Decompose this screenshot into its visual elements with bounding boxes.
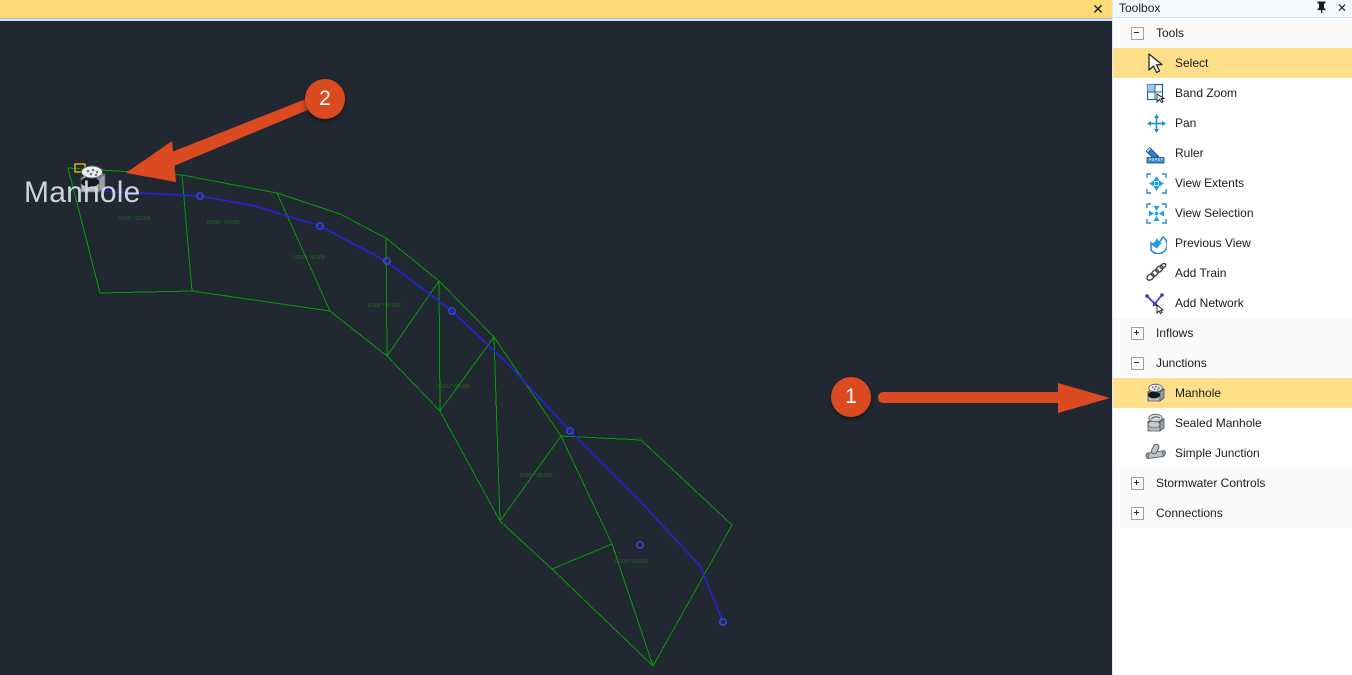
tool-item-view-selection[interactable]: View Selection	[1113, 198, 1352, 228]
ruler-icon	[1143, 141, 1169, 165]
svg-text:0.000 * 00.000: 0.000 * 00.000	[118, 216, 151, 222]
document-tab-bar: ✕	[0, 0, 1112, 19]
pan-icon	[1143, 111, 1169, 135]
tool-item-select[interactable]: Select	[1113, 48, 1352, 78]
tool-label: Previous View	[1175, 236, 1251, 250]
tool-label: View Selection	[1175, 206, 1254, 220]
tool-label: Add Network	[1175, 296, 1244, 310]
close-icon[interactable]: ✕	[1090, 1, 1106, 17]
expand-plus-icon[interactable]	[1131, 506, 1144, 520]
tool-label: Select	[1175, 56, 1209, 70]
tool-label: Add Train	[1175, 266, 1227, 280]
tool-item-previous-view[interactable]: Previous View	[1113, 228, 1352, 258]
manhole-icon	[1143, 381, 1169, 405]
tool-item-simple-junction[interactable]: Simple Junction	[1113, 438, 1352, 468]
svg-text:0.000 * 00.000: 0.000 * 00.000	[368, 303, 401, 309]
tool-label: View Extents	[1175, 176, 1245, 190]
collapse-minus-icon[interactable]	[1131, 26, 1144, 40]
close-icon[interactable]: ✕	[1335, 1, 1349, 16]
panel-title: Toolbox	[1119, 1, 1161, 15]
tool-item-ruler[interactable]: Ruler	[1113, 138, 1352, 168]
tool-item-add-train[interactable]: Add Train	[1113, 258, 1352, 288]
group-label: Junctions	[1156, 356, 1207, 370]
pin-icon[interactable]	[1316, 1, 1330, 16]
simple-junction-icon	[1143, 441, 1169, 465]
tool-item-view-extents[interactable]: View Extents	[1113, 168, 1352, 198]
sealed-manhole-icon	[1143, 411, 1169, 435]
band-zoom-icon	[1143, 81, 1169, 105]
tool-item-sealed-manhole[interactable]: Sealed Manhole	[1113, 408, 1352, 438]
toolbox-header: Toolbox ✕	[1113, 0, 1352, 18]
annotation-badge-1: 1	[831, 377, 871, 417]
group-label: Tools	[1156, 26, 1185, 40]
cursor-arrow-icon	[1143, 51, 1169, 75]
toolbox-group-tools[interactable]: Tools	[1113, 18, 1352, 48]
toolbox-group-stormwater-controls[interactable]: Stormwater Controls	[1113, 468, 1352, 498]
tool-item-pan[interactable]: Pan	[1113, 108, 1352, 138]
drawing-canvas[interactable]: ✕ 0.000 * 00.000 0.000 * 00.000 0.000 * …	[0, 0, 1112, 675]
tool-label: Pan	[1175, 116, 1197, 130]
toolbox-group-connections[interactable]: Connections	[1113, 498, 1352, 528]
group-label: Stormwater Controls	[1156, 476, 1266, 490]
tool-label: Sealed Manhole	[1175, 416, 1262, 430]
tool-item-manhole[interactable]: Manhole	[1113, 378, 1352, 408]
tool-label: Ruler	[1175, 146, 1204, 160]
view-selection-icon	[1143, 201, 1169, 225]
tool-label: Manhole	[1175, 386, 1222, 400]
toolbox-group-junctions[interactable]: Junctions	[1113, 348, 1352, 378]
svg-text:0.000 * 00.000: 0.000 * 00.000	[520, 473, 553, 479]
previous-view-icon	[1143, 231, 1169, 255]
tool-label: Simple Junction	[1175, 446, 1260, 460]
expand-plus-icon[interactable]	[1131, 476, 1144, 490]
add-train-icon	[1143, 261, 1169, 285]
svg-text:0.000 * 00.000: 0.000 * 00.000	[292, 255, 325, 261]
application-window: ✕ 0.000 * 00.000 0.000 * 00.000 0.000 * …	[0, 0, 1352, 675]
annotation-arrow-2	[126, 99, 310, 182]
toolbox-tree: Tools Select Band Zoom Pan Ruler View Ex…	[1113, 18, 1352, 674]
annotation-arrow-1	[878, 383, 1110, 413]
tool-item-band-zoom[interactable]: Band Zoom	[1113, 78, 1352, 108]
toolbox-panel: Toolbox ✕ Tools Select Band Zoom Pan Rul…	[1112, 0, 1352, 675]
tool-label: Band Zoom	[1175, 86, 1238, 100]
pin-glyph	[1317, 1, 1326, 13]
group-label: Inflows	[1156, 326, 1194, 340]
expand-plus-icon[interactable]	[1131, 326, 1144, 340]
view-extents-icon	[1143, 171, 1169, 195]
svg-text:0.000 * 00.000: 0.000 * 00.000	[615, 559, 648, 565]
annotation-badge-2: 2	[305, 79, 345, 119]
collapse-minus-icon[interactable]	[1131, 356, 1144, 370]
add-network-icon	[1143, 291, 1169, 315]
tool-item-add-network[interactable]: Add Network	[1113, 288, 1352, 318]
svg-text:0.000 * 00.000: 0.000 * 00.000	[207, 220, 240, 226]
group-label: Connections	[1156, 506, 1223, 520]
toolbox-group-inflows[interactable]: Inflows	[1113, 318, 1352, 348]
svg-text:0.000 * 00.000: 0.000 * 00.000	[437, 384, 470, 390]
